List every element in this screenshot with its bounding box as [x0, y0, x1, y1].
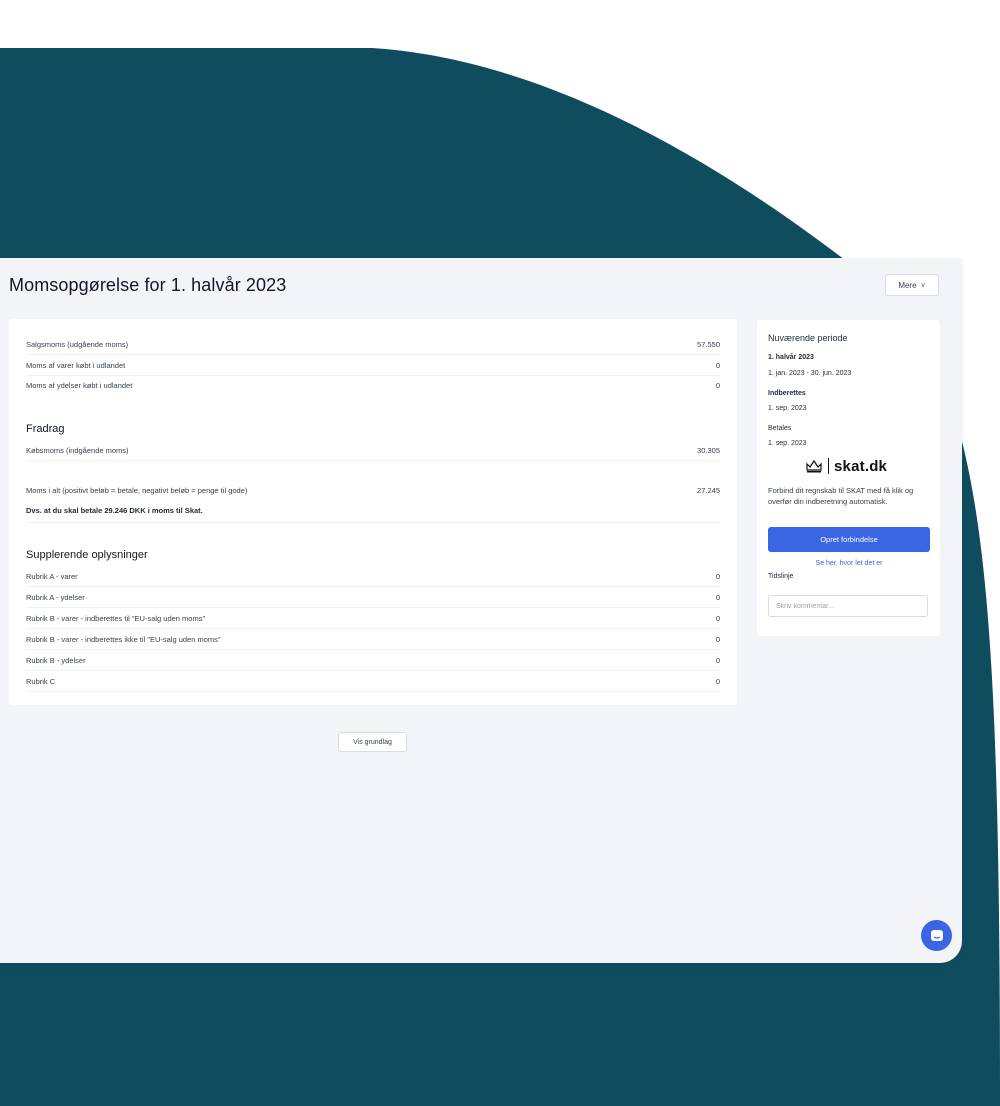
row-label: Rubrik B - varer - indberettes til "EU-s…	[26, 613, 206, 623]
row-label: Moms af ydelser købt i udlandet	[26, 380, 133, 390]
row-value: 0	[715, 380, 720, 390]
row-label: Rubrik A - ydelser	[26, 592, 85, 602]
period-range: 1. jan. 2023 - 30. jun. 2023	[768, 370, 852, 377]
table-row: Moms af varer købt i udlandet 0	[26, 355, 720, 376]
total-label: Moms i alt (positivt beløb = betale, neg…	[26, 485, 248, 495]
page-title: Momsopgørelse for 1. halvår 2023	[9, 275, 287, 295]
table-row: Rubrik A - ydelser 0	[26, 587, 720, 608]
total-value: 27.245	[697, 485, 720, 495]
row-label: Rubrik B - varer - indberettes ikke til …	[26, 634, 221, 644]
period-name: 1. halvår 2023	[768, 354, 814, 361]
skat-logo-text: skat.dk	[834, 457, 888, 475]
row-value: 0	[715, 655, 720, 665]
section-title-supplement: Supplerende oplysninger	[26, 549, 148, 561]
row-label: Salgsmoms (udgående moms)	[26, 339, 129, 349]
more-button-label: Mere	[898, 280, 917, 290]
create-connection-button[interactable]: Opret forbindelse	[768, 527, 930, 552]
row-label: Rubrik C	[26, 676, 56, 686]
crown-icon	[806, 459, 822, 473]
table-row: Rubrik B - varer - indberettes til "EU-s…	[26, 608, 720, 629]
table-row: Rubrik B - varer - indberettes ikke til …	[26, 629, 720, 650]
section-title-fradrag: Fradrag	[26, 423, 65, 435]
table-row: Købsmoms (indgående moms) 30.305	[26, 440, 720, 461]
row-label: Moms af varer købt i udlandet	[26, 360, 126, 370]
vat-report-card: Salgsmoms (udgående moms) 57.550 Moms af…	[9, 319, 737, 705]
row-value: 0	[715, 571, 720, 581]
connect-description: Forbind dit regnskab til SKAT med få kli…	[768, 486, 914, 506]
row-label: Rubrik B - ydelser	[26, 655, 86, 665]
logo-separator	[828, 458, 829, 474]
app-window: Momsopgørelse for 1. halvår 2023 Mere ∨ …	[0, 258, 962, 963]
help-link[interactable]: Se her, hvor let det er	[768, 560, 930, 567]
table-row: Moms af ydelser købt i udlandet 0	[26, 375, 720, 395]
row-value: 0	[715, 613, 720, 623]
pay-date: 1. sep. 2023	[768, 440, 807, 447]
divider	[26, 522, 720, 523]
skat-logo: skat.dk	[805, 455, 897, 477]
row-label: Rubrik A - varer	[26, 571, 78, 581]
report-date: 1. sep. 2023	[768, 405, 807, 412]
row-value: 0	[715, 360, 720, 370]
row-value: 57.550	[697, 339, 720, 349]
table-row: Rubrik C 0	[26, 671, 720, 692]
pay-label: Betales	[768, 425, 792, 432]
chat-button[interactable]	[921, 920, 952, 951]
more-button[interactable]: Mere ∨	[885, 274, 939, 296]
chat-icon	[930, 929, 943, 941]
table-row: Salgsmoms (udgående moms) 57.550	[26, 334, 720, 355]
show-basis-button[interactable]: Vis grundlag	[338, 732, 407, 752]
row-label: Købsmoms (indgående moms)	[26, 445, 129, 455]
table-row: Rubrik B - ydelser 0	[26, 650, 720, 671]
row-value: 0	[715, 634, 720, 644]
comment-input[interactable]	[768, 595, 928, 617]
row-value: 0	[715, 592, 720, 602]
row-value: 30.305	[697, 445, 720, 455]
table-row: Rubrik A - varer 0	[26, 566, 720, 587]
period-sidebar: Nuværende periode 1. halvår 2023 1. jan.…	[757, 320, 940, 636]
timeline-label: Tidslinje	[768, 573, 794, 580]
total-row: Moms i alt (positivt beløb = betale, neg…	[26, 480, 720, 500]
chevron-down-icon: ∨	[920, 282, 926, 289]
report-label: Indberettes	[768, 390, 806, 397]
row-value: 0	[715, 676, 720, 686]
payment-summary: Dvs. at du skal betale 29.246 DKK i moms…	[26, 506, 203, 515]
current-period-heading: Nuværende periode	[768, 333, 848, 343]
